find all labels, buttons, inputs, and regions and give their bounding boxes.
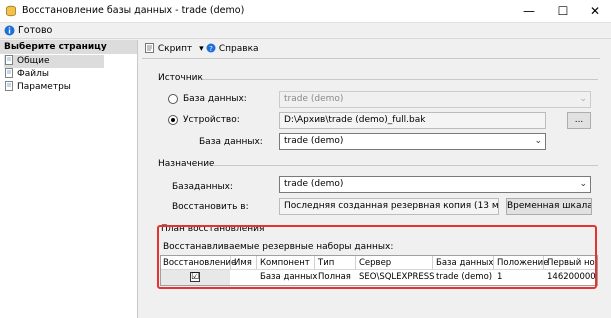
chevron-down-icon: ⌄ [579,94,587,104]
chevron-down-icon: ⌄ [579,179,587,189]
device-database-label: База данных: [199,137,263,147]
device-radio-label: Устройство: [183,115,240,125]
script-label: Скрипт [157,44,193,54]
destination-group-label: Назначение [158,159,215,169]
help-icon: ? [206,43,216,53]
highlight-annotation [157,225,597,289]
page-item-label: Файлы [17,69,49,79]
restore-to-value: Последняя созданная резервная копия (13 … [284,201,499,211]
restore-to-label: Восстановить в: [172,202,249,212]
window-title: Восстановление базы данных - trade (demo… [22,5,245,16]
minimize-button[interactable]: — [512,0,546,23]
script-icon [145,43,154,53]
chevron-down-icon: ⌄ [534,136,542,146]
status-bar: Готово [0,23,611,39]
page-icon [5,68,13,78]
destination-database-value: trade (demo) [284,179,344,189]
timeline-button[interactable]: Временная шкала... [506,198,592,215]
page-icon [5,81,13,91]
info-icon [4,25,15,36]
page-selector-header: Выберите страницу [0,40,137,54]
page-item-files[interactable]: Файлы [4,68,49,81]
page-item-options[interactable]: Параметры [4,81,71,94]
toolbar-divider [142,58,600,59]
page-icon [5,55,13,65]
help-label: Справка [218,44,259,54]
database-restore-icon [6,5,16,17]
source-database-value: trade (demo) [284,94,344,104]
device-path-field[interactable]: D:\Архив\trade (demo)_full.bak [279,112,546,129]
source-divider [203,79,598,80]
destination-divider [213,165,598,166]
page-item-label: Параметры [17,82,71,92]
browse-button[interactable]: ... [567,112,591,129]
help-button[interactable]: ? Справка [206,42,259,56]
chevron-down-icon[interactable]: ▾ [199,44,204,54]
page-item-general[interactable]: Общие [4,55,104,68]
page-selector-pane: Выберите страницу Общие Файлы Параметры [0,40,138,318]
restore-to-field[interactable]: Последняя созданная резервная копия (13 … [279,198,499,215]
svg-text:?: ? [209,45,213,53]
scrollbar[interactable] [600,58,611,318]
device-database-select[interactable]: trade (demo) ⌄ [279,133,546,150]
script-button[interactable]: Скрипт ▾ [145,42,204,56]
page-item-label: Общие [17,56,50,66]
database-radio-label: База данных: [183,94,247,104]
database-radio[interactable] [168,94,178,104]
destination-database-label: Базаданных: [172,182,233,192]
status-text: Готово [18,25,53,36]
source-group-label: Источник [158,73,203,83]
device-database-value: trade (demo) [284,136,344,146]
device-path-value: D:\Архив\trade (demo)_full.bak [284,115,426,125]
close-button[interactable]: ✕ [578,0,611,23]
source-database-select[interactable]: trade (demo) ⌄ [279,91,591,108]
device-radio[interactable] [168,115,178,125]
maximize-button[interactable]: ☐ [546,0,580,23]
destination-database-select[interactable]: trade (demo) ⌄ [279,176,591,193]
title-bar: Восстановление базы данных - trade (demo… [0,0,611,23]
